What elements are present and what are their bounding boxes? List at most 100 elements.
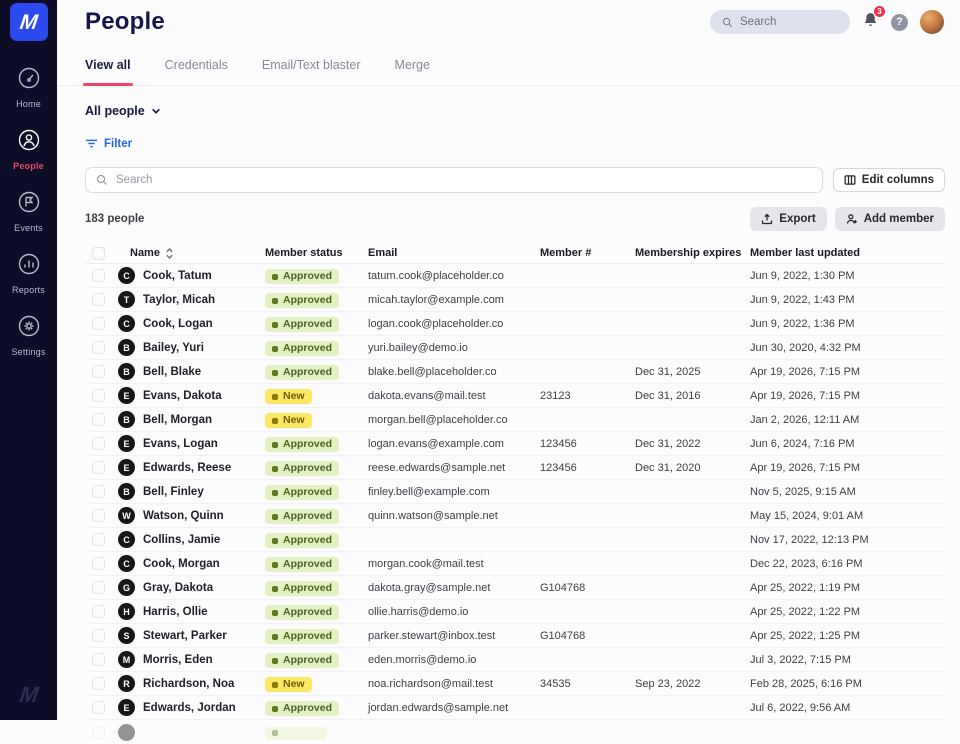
sidebar: M Home People Events Reports Settings M (0, 0, 57, 720)
status-badge: Approved (265, 365, 339, 381)
table-row[interactable]: C Collins, Jamie Approved Nov 17, 2022, … (85, 528, 945, 552)
column-header-member-status[interactable]: Member status (265, 247, 368, 259)
avatar: E (118, 435, 135, 452)
filter-button[interactable]: Filter (85, 138, 132, 150)
row-checkbox[interactable] (92, 629, 105, 642)
row-checkbox[interactable] (92, 653, 105, 666)
row-checkbox[interactable] (92, 533, 105, 546)
table-row[interactable]: G Gray, Dakota Approved dakota.gray@samp… (85, 576, 945, 600)
table-row[interactable]: C Cook, Morgan Approved morgan.cook@mail… (85, 552, 945, 576)
edit-columns-label: Edit columns (862, 174, 934, 186)
column-header-membership-expires[interactable]: Membership expires (635, 247, 750, 259)
row-checkbox[interactable] (92, 365, 105, 378)
column-header-member-last-updated[interactable]: Member last updated (750, 247, 945, 259)
avatar: R (118, 675, 135, 692)
global-search-input[interactable]: Search (710, 10, 850, 34)
table-search-input[interactable]: Search (85, 167, 823, 193)
table-row[interactable]: B Bailey, Yuri Approved yuri.bailey@demo… (85, 336, 945, 360)
notifications-button[interactable]: 3 (862, 11, 879, 33)
row-checkbox[interactable] (92, 605, 105, 618)
table-row[interactable]: E Evans, Dakota New dakota.evans@mail.te… (85, 384, 945, 408)
edit-columns-button[interactable]: Edit columns (833, 168, 945, 192)
status-badge: Approved (265, 461, 339, 477)
tab-merge[interactable]: Merge (395, 58, 430, 85)
avatar: M (118, 651, 135, 668)
table-row[interactable]: C Cook, Logan Approved logan.cook@placeh… (85, 312, 945, 336)
tab-credentials[interactable]: Credentials (165, 58, 228, 85)
tab-view-all[interactable]: View all (85, 58, 131, 85)
row-checkbox[interactable] (92, 485, 105, 498)
row-checkbox[interactable] (92, 581, 105, 594)
status-badge: Approved (265, 437, 339, 453)
member-last-updated: Apr 25, 2022, 1:22 PM (750, 606, 945, 618)
sidebar-item-reports[interactable]: Reports (0, 249, 57, 297)
avatar: W (118, 507, 135, 524)
avatar: C (118, 267, 135, 284)
status-dot-icon (272, 298, 278, 304)
table-row[interactable]: E Evans, Logan Approved logan.evans@exam… (85, 432, 945, 456)
member-name: Stewart, Parker (143, 630, 227, 642)
member-email: reese.edwards@sample.net (368, 462, 540, 474)
member-email: eden.morris@demo.io (368, 654, 540, 666)
user-avatar[interactable] (920, 10, 944, 34)
membership-expires: Dec 31, 2020 (635, 462, 750, 474)
sidebar-item-home[interactable]: Home (0, 63, 57, 111)
table-row[interactable]: R Richardson, Noa New noa.richardson@mai… (85, 672, 945, 696)
help-button[interactable]: ? (891, 14, 908, 31)
add-member-button[interactable]: Add member (835, 207, 945, 231)
table-row[interactable]: T Taylor, Micah Approved micah.taylor@ex… (85, 288, 945, 312)
row-checkbox[interactable] (92, 461, 105, 474)
row-checkbox[interactable] (92, 509, 105, 522)
table-row[interactable]: S Stewart, Parker Approved parker.stewar… (85, 624, 945, 648)
status-dot-icon (272, 586, 278, 592)
status-badge: Approved (265, 269, 339, 285)
status-dot-icon (272, 634, 278, 640)
member-email: tatum.cook@placeholder.co (368, 270, 540, 282)
row-checkbox[interactable] (92, 293, 105, 306)
table-row[interactable]: H Harris, Ollie Approved ollie.harris@de… (85, 600, 945, 624)
status-badge: Approved (265, 509, 339, 525)
table-row[interactable]: C Cook, Tatum Approved tatum.cook@placeh… (85, 264, 945, 288)
table-row-partial[interactable] (85, 720, 945, 744)
row-checkbox[interactable] (92, 557, 105, 570)
column-header-name[interactable]: Name (118, 247, 265, 259)
table-row[interactable]: M Morris, Eden Approved eden.morris@demo… (85, 648, 945, 672)
people-segment-dropdown[interactable]: All people (85, 104, 161, 118)
row-checkbox[interactable] (92, 701, 105, 714)
export-button[interactable]: Export (750, 207, 826, 231)
member-last-updated: Jun 9, 2022, 1:30 PM (750, 270, 945, 282)
member-last-updated: Jun 9, 2022, 1:36 PM (750, 318, 945, 330)
row-checkbox[interactable] (92, 341, 105, 354)
column-header-member-no[interactable]: Member # (540, 247, 635, 259)
sidebar-item-events[interactable]: Events (0, 187, 57, 235)
sidebar-item-settings[interactable]: Settings (0, 311, 57, 359)
table-row[interactable]: E Edwards, Jordan Approved jordan.edward… (85, 696, 945, 720)
row-checkbox[interactable] (92, 317, 105, 330)
sidebar-item-people[interactable]: People (0, 125, 57, 173)
member-email: yuri.bailey@demo.io (368, 342, 540, 354)
table-row[interactable]: B Bell, Morgan New morgan.bell@placehold… (85, 408, 945, 432)
member-name: Edwards, Jordan (143, 702, 236, 714)
logo-mark: M (18, 12, 38, 33)
columns-icon (844, 174, 856, 186)
app-logo[interactable]: M (10, 3, 48, 41)
sort-icon[interactable] (165, 248, 174, 259)
row-checkbox[interactable] (92, 389, 105, 402)
table-row[interactable]: W Watson, Quinn Approved quinn.watson@sa… (85, 504, 945, 528)
member-last-updated: May 15, 2024, 9:01 AM (750, 510, 945, 522)
column-header-email[interactable]: Email (368, 247, 540, 259)
row-checkbox[interactable] (92, 413, 105, 426)
table-row[interactable]: E Edwards, Reese Approved reese.edwards@… (85, 456, 945, 480)
member-number: 23123 (540, 390, 635, 402)
row-checkbox[interactable] (92, 437, 105, 450)
row-checkbox[interactable] (92, 269, 105, 282)
status-dot-icon (272, 730, 278, 736)
table-row[interactable]: B Bell, Blake Approved blake.bell@placeh… (85, 360, 945, 384)
member-name: Cook, Morgan (143, 558, 220, 570)
row-checkbox[interactable] (92, 677, 105, 690)
row-checkbox[interactable] (92, 726, 105, 739)
tab-email-text-blaster[interactable]: Email/Text blaster (262, 58, 361, 85)
status-badge: Approved (265, 557, 339, 573)
table-row[interactable]: B Bell, Finley Approved finley.bell@exam… (85, 480, 945, 504)
select-all-checkbox[interactable] (92, 247, 105, 260)
